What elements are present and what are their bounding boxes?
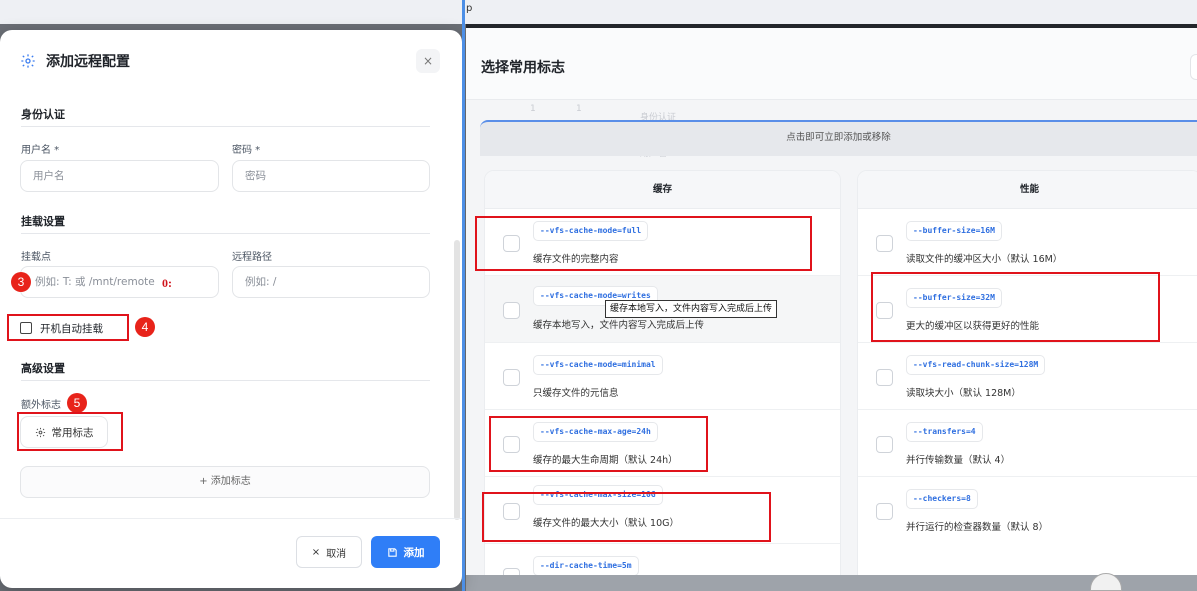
flag-code: --dir-cache-time=5m (533, 556, 639, 575)
flag-code: --checkers=8 (906, 489, 978, 509)
add-label: 添加 (403, 546, 425, 559)
remote-path-input[interactable]: 例如: / (232, 266, 430, 298)
footer-divider (0, 518, 462, 519)
scrollbar[interactable] (454, 240, 460, 520)
flag-option[interactable]: --vfs-cache-mode=minimal 只缓存文件的元信息 (485, 343, 840, 410)
flag-description: 并行运行的检查器数量（默认 8） (906, 522, 1049, 533)
annotation-box (475, 216, 812, 271)
flag-option[interactable]: --vfs-read-chunk-size=128M 读取块大小（默认 128M… (858, 343, 1197, 410)
tooltip: 缓存本地写入，文件内容写入完成后上传 (605, 300, 778, 318)
annotation-marker-3: 3 (11, 272, 31, 292)
flag-option[interactable]: --checkers=8 并行运行的检查器数量（默认 8） (858, 477, 1197, 544)
add-button[interactable]: 添加 (371, 536, 440, 568)
section-title-advanced: 高级设置 (21, 362, 65, 375)
flag-description: 读取文件的缓冲区大小（默认 16M） (906, 254, 1063, 265)
dialog-title: 选择常用标志 (481, 60, 565, 76)
flag-checkbox[interactable] (503, 568, 520, 575)
annotation-red-text: 0: (162, 276, 172, 290)
flag-checkbox[interactable] (503, 369, 520, 386)
cancel-button[interactable]: × 取消 (296, 536, 362, 568)
flag-checkbox[interactable] (876, 235, 893, 252)
cancel-label: 取消 (326, 548, 347, 560)
ghost-text: 1 (576, 104, 582, 114)
section-divider (21, 233, 430, 234)
mount-point-label: 挂载点 (21, 252, 51, 263)
column-header: 缓存 (485, 171, 840, 209)
password-label: 密码 * (232, 145, 261, 156)
flag-checkbox[interactable] (503, 302, 520, 319)
flag-code: --vfs-read-chunk-size=128M (906, 355, 1046, 375)
flag-description: 只缓存文件的元信息 (533, 388, 619, 399)
remote-path-label: 远程路径 (232, 252, 272, 263)
flag-code: --vfs-cache-mode=minimal (533, 355, 663, 375)
annotation-box (482, 492, 771, 542)
flag-checkbox[interactable] (876, 369, 893, 386)
add-flag-button[interactable]: + 添加标志 (20, 466, 430, 498)
window-divider (462, 0, 465, 591)
hint-bar: 点击即可立即添加或移除 (480, 120, 1197, 156)
flag-option[interactable]: --dir-cache-time=5m (485, 544, 840, 575)
dialog-title: 添加远程配置 (46, 54, 130, 70)
username-label: 用户名 * (21, 145, 60, 156)
flag-option[interactable]: --buffer-size=16M 读取文件的缓冲区大小（默认 16M） (858, 209, 1197, 276)
header-action-button[interactable] (1190, 54, 1197, 80)
flag-description: 读取块大小（默认 128M） (906, 388, 1021, 399)
annotation-box (17, 412, 123, 451)
flag-code: --buffer-size=16M (906, 221, 1002, 241)
mount-point-input[interactable]: 例如: T: 或 /mnt/remote (20, 266, 219, 298)
annotation-box (871, 272, 1160, 342)
dialog-header: 添加远程配置 (0, 30, 462, 92)
flag-code: --transfers=4 (906, 422, 983, 442)
dialog-header: 选择常用标志 (466, 28, 1197, 100)
column-header: 性能 (858, 171, 1197, 209)
username-input[interactable]: 用户名 (20, 160, 219, 192)
backdrop-bottom (466, 575, 1197, 591)
flag-description: 并行传输数量（默认 4） (906, 455, 1011, 466)
annotation-box (489, 416, 708, 472)
annotation-box (7, 314, 129, 341)
close-icon: × (311, 546, 321, 558)
performance-flags-column: 性能 --buffer-size=16M 读取文件的缓冲区大小（默认 16M） … (857, 170, 1197, 575)
annotation-marker-4: 4 (135, 317, 155, 337)
annotation-marker-5: 5 (67, 393, 87, 413)
password-input[interactable]: 密码 (232, 160, 430, 192)
flag-checkbox[interactable] (876, 436, 893, 453)
ghost-text: 1 (530, 104, 536, 114)
close-button[interactable]: × (416, 49, 440, 73)
backdrop-stray-text: p (466, 3, 473, 14)
section-divider (21, 380, 430, 381)
extra-flags-label: 额外标志 (21, 400, 61, 411)
flag-option[interactable]: --transfers=4 并行传输数量（默认 4） (858, 410, 1197, 477)
add-remote-config-dialog: 添加远程配置 × 身份认证 用户名 * 密码 * 用户名 密码 挂载设置 挂载点… (0, 30, 462, 588)
section-divider (21, 126, 430, 127)
section-title-auth: 身份认证 (21, 108, 65, 121)
flag-description: 缓存本地写入，文件内容写入完成后上传 (533, 320, 705, 331)
flag-checkbox[interactable] (876, 503, 893, 520)
section-title-mount: 挂载设置 (21, 215, 65, 228)
gear-icon (21, 54, 35, 68)
save-icon (387, 547, 397, 557)
